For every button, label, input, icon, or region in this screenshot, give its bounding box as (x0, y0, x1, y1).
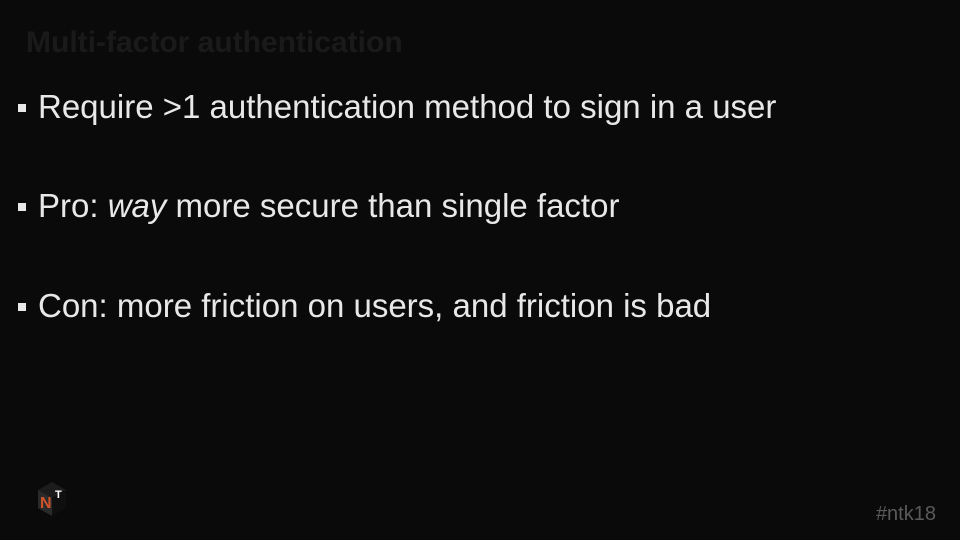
bullet-list: Require >1 authentication method to sign… (18, 86, 930, 384)
bullet-marker-icon (18, 203, 26, 211)
bullet-text-em: way (108, 187, 167, 224)
hashtag: #ntk18 (876, 503, 936, 526)
bullet-marker-icon (18, 104, 26, 112)
bullet-item: Con: more friction on users, and frictio… (18, 285, 930, 326)
bullet-item: Pro: way more secure than single factor (18, 185, 930, 226)
slide: Multi-factor authentication Require >1 a… (0, 0, 960, 540)
svg-text:N: N (40, 495, 52, 512)
nt-logo-icon: N T (28, 476, 74, 522)
bullet-text: Pro: way more secure than single factor (38, 185, 930, 226)
slide-title: Multi-factor authentication (26, 26, 403, 60)
bullet-text: Con: more friction on users, and frictio… (38, 285, 930, 326)
bullet-text-post: more secure than single factor (166, 187, 619, 224)
bullet-marker-icon (18, 303, 26, 311)
svg-text:T: T (55, 489, 62, 501)
bullet-text: Require >1 authentication method to sign… (38, 86, 930, 127)
bullet-text-pre: Pro: (38, 187, 108, 224)
bullet-item: Require >1 authentication method to sign… (18, 86, 930, 127)
